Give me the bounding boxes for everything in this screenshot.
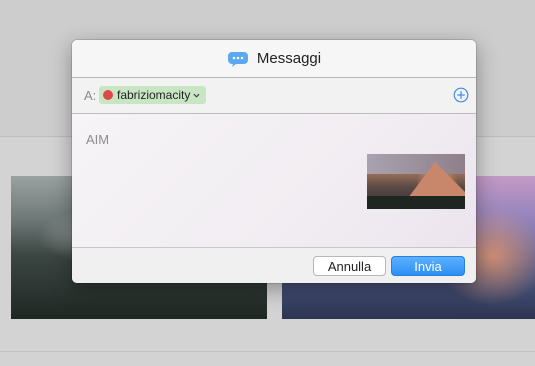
send-button[interactable]: Invia [391, 256, 465, 276]
recipient-label: A: [84, 88, 97, 103]
share-dialog: Messaggi A: fabriziomacity AIM Annulla I… [72, 40, 476, 283]
attachment-thumbnail [367, 154, 465, 209]
dialog-titlebar: Messaggi [72, 40, 476, 77]
background-divider-bottom [0, 351, 535, 352]
status-dot-icon [103, 90, 113, 100]
messages-bubble-icon [227, 51, 248, 67]
cancel-button[interactable]: Annulla [313, 256, 386, 276]
recipient-name: fabriziomacity [117, 88, 191, 102]
dialog-footer: Annulla Invia [72, 248, 476, 283]
recipient-token[interactable]: fabriziomacity [99, 86, 207, 104]
plus-circle-icon[interactable] [453, 87, 469, 103]
recipient-row: A: fabriziomacity [72, 78, 476, 113]
dialog-title: Messaggi [256, 50, 322, 67]
chevron-down-icon [193, 93, 200, 98]
thumb-trees [367, 196, 465, 209]
message-area[interactable]: AIM [72, 114, 476, 247]
service-label: AIM [86, 132, 110, 147]
